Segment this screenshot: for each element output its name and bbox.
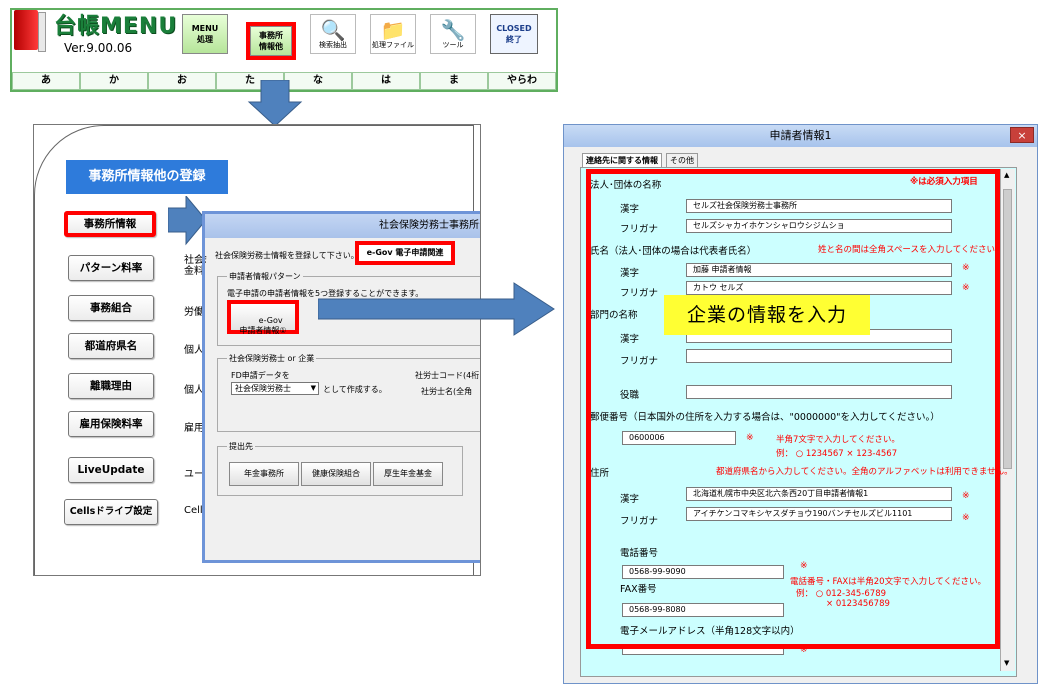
close-icon: × <box>1017 129 1027 142</box>
applicant-dialog-title: 申請者情報1 <box>769 129 832 142</box>
fd-type-select[interactable]: 社会保険労務士 ▼ <box>231 382 319 395</box>
applicant-dialog-titlebar: 申請者情報1 <box>564 125 1037 147</box>
egov-applicant-1-button[interactable]: e-Gov 申請者情報① <box>227 300 299 335</box>
prefecture-button[interactable]: 都道府県名 <box>68 333 154 359</box>
file-process-label: 処理ファイル <box>372 41 414 49</box>
egov-tab-label: e-Gov 電子申請関連 <box>366 248 444 257</box>
health-insurance-button[interactable]: 健康保険組合 <box>301 462 371 486</box>
kana-tab[interactable]: は <box>352 72 420 90</box>
fd-label: FD申請データを <box>231 371 290 380</box>
pattern-rate-button[interactable]: パターン料率 <box>68 255 154 281</box>
office-dialog-titlebar: 社会保険労務士事務所デ <box>205 214 481 238</box>
right-arrow-icon <box>318 282 555 336</box>
scroll-up-icon[interactable]: ▲ <box>1004 171 1009 179</box>
file-process-button[interactable]: 📁 処理ファイル <box>370 14 416 54</box>
labor-union-desc: 労働 <box>184 307 204 318</box>
office-info-button[interactable]: 事務所 情報他 <box>246 22 296 60</box>
code-label: 社労士コード(4桁 <box>415 371 480 380</box>
highlight-frame <box>586 169 1000 649</box>
registration-panel: 事務所情報他の登録 事務所情報 パターン料率 事務組合 都道府県名 離職理由 雇… <box>33 124 481 576</box>
prefecture-label: 都道府県名 <box>84 340 138 352</box>
office-dialog-title: 社会保険労務士事務所デ <box>379 220 481 231</box>
search-extract-label: 検索抽出 <box>319 41 347 49</box>
kana-tab[interactable]: あ <box>12 72 80 90</box>
employment-insurance-rate-label: 雇用保険料率 <box>79 418 143 430</box>
fd-type-value: 社会保険労務士 <box>235 384 291 393</box>
labor-union-label: 事務組合 <box>90 302 132 314</box>
egov-tab[interactable]: e-Gov 電子申請関連 <box>355 241 455 265</box>
kana-tab[interactable]: か <box>80 72 148 90</box>
dialog-side-text: 会 <box>205 250 207 265</box>
resignation-reason-label: 離職理由 <box>90 380 132 392</box>
file-process-icon: 📁 <box>380 18 406 42</box>
ledger-book-pages <box>38 12 46 52</box>
liveupdate-label: LiveUpdate <box>77 464 145 476</box>
name-label: 社労士名(全角 <box>421 387 473 396</box>
chevron-down-icon: ▼ <box>310 384 316 392</box>
resignation-reason-desc: 個人 <box>184 385 204 396</box>
app-version: Ver.9.00.06 <box>64 41 133 55</box>
tool-button[interactable]: 🔧 ツール <box>430 14 476 54</box>
office-info-register-button[interactable]: 事務所情報 <box>64 211 156 237</box>
closed-button[interactable]: CLOSED 終了 <box>490 14 538 54</box>
tool-icon: 🔧 <box>440 18 466 42</box>
applicant-info-dialog: 申請者情報1 × 連絡先に関する情報 その他 ▲ ▼ 法人･団体の名称 ※は必須… <box>563 124 1038 684</box>
health-insurance-label: 健康保険組合 <box>312 469 360 478</box>
cells-drive-button[interactable]: Cellsドライブ設定 <box>64 499 158 525</box>
liveupdate-button[interactable]: LiveUpdate <box>68 457 154 483</box>
close-button[interactable]: × <box>1010 127 1034 143</box>
menu-process-button[interactable]: MENU 処理 <box>182 14 228 54</box>
search-icon: 🔍 <box>320 18 346 42</box>
office-info-label: 事務所 情報他 <box>259 31 283 51</box>
employment-insurance-rate-button[interactable]: 雇用保険料率 <box>68 411 154 437</box>
submit-group-label: 提出先 <box>227 441 255 452</box>
labor-union-button[interactable]: 事務組合 <box>68 295 154 321</box>
pattern-rate-label: パターン料率 <box>79 262 143 274</box>
pension-office-button[interactable]: 年金事務所 <box>229 462 299 486</box>
cells-drive-desc: Cell <box>184 505 203 516</box>
kana-tab[interactable]: やらわ <box>488 72 556 90</box>
resignation-reason-button[interactable]: 離職理由 <box>68 373 154 399</box>
cells-drive-label: Cellsドライブ設定 <box>69 506 153 517</box>
app-title: 台帳MENU <box>54 14 178 39</box>
scroll-down-icon[interactable]: ▼ <box>1004 659 1009 667</box>
liveupdate-desc: ユー <box>184 469 204 480</box>
tool-label: ツール <box>442 41 464 49</box>
prefecture-desc: 個人 <box>184 345 204 356</box>
kana-tab[interactable]: ま <box>420 72 488 90</box>
employment-insurance-desc: 雇用 <box>184 423 204 434</box>
ledger-book-icon <box>14 10 38 50</box>
closed-label: CLOSED 終了 <box>496 24 532 44</box>
tab-contact-info[interactable]: 連絡先に関する情報 <box>582 153 662 168</box>
pattern-rate-desc: 社会 金料 <box>184 255 204 277</box>
office-info-register-label: 事務所情報 <box>83 218 137 230</box>
sharoushi-group-label: 社会保険労務士 or 企業 <box>227 353 317 364</box>
registration-title: 事務所情報他の登録 <box>66 160 228 194</box>
menu-process-label: MENU 処理 <box>191 24 219 44</box>
fd-suffix: として作成する。 <box>323 385 387 394</box>
search-extract-button[interactable]: 🔍 検索抽出 <box>310 14 356 54</box>
pension-fund-label: 厚生年金基金 <box>384 469 432 478</box>
egov-applicant-1-label: e-Gov 申請者情報① <box>239 316 287 335</box>
pattern-group-label: 申請者情報パターン <box>227 271 303 282</box>
pension-office-label: 年金事務所 <box>244 469 284 478</box>
kana-tab[interactable]: お <box>148 72 216 90</box>
tab-other[interactable]: その他 <box>666 153 698 168</box>
office-intro-text: 社会保険労務士情報を登録して下さい。 <box>215 251 359 260</box>
down-arrow-icon <box>247 80 303 127</box>
office-data-dialog: 社会保険労務士事務所デ 会 社会保険労務士情報を登録して下さい。 e-Gov 電… <box>202 211 481 563</box>
pension-fund-button[interactable]: 厚生年金基金 <box>373 462 443 486</box>
scrollbar-thumb[interactable] <box>1003 189 1012 469</box>
